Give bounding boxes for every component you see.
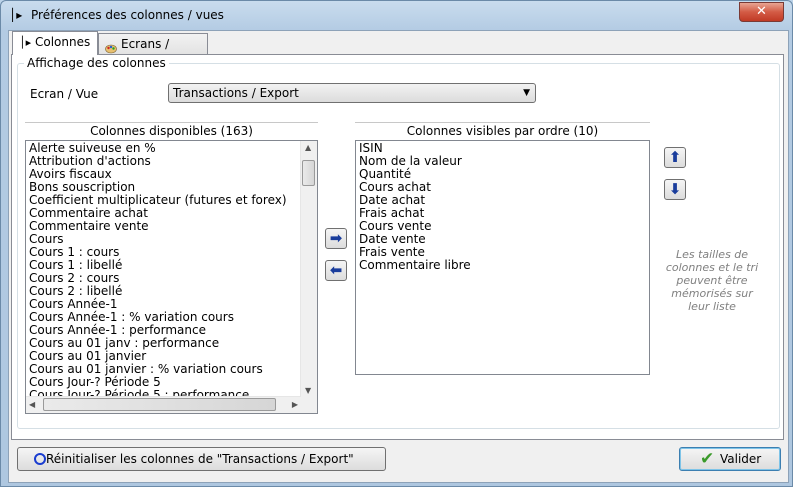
horizontal-scrollbar[interactable]: ◀ ▶: [26, 396, 301, 413]
title-bar[interactable]: │▸ Préférences des colonnes / vues ✕: [1, 1, 792, 29]
arrow-down-icon: ⬇: [668, 180, 682, 198]
group-title: Affichage des colonnes: [24, 56, 169, 70]
close-button[interactable]: ✕: [739, 2, 784, 22]
validate-button[interactable]: ✔ Valider: [679, 447, 781, 471]
reset-button-label: Réinitialiser les colonnes de "Transacti…: [46, 452, 354, 466]
tab-colonnes[interactable]: │▸ Colonnes: [12, 31, 98, 55]
list-item[interactable]: Commentaire libre: [356, 259, 649, 272]
arrow-up-icon: ⬆: [668, 148, 682, 166]
column-icon: │▸: [19, 36, 32, 49]
arrow-left-icon: ⬅: [329, 261, 343, 279]
scroll-up-icon[interactable]: ▲: [305, 143, 311, 152]
scroll-right-icon[interactable]: ▶: [292, 400, 298, 409]
hint-text: Les tailles de colonnes et le tri peuven…: [665, 248, 759, 313]
ecran-vue-select[interactable]: Transactions / Export ▼: [168, 83, 536, 103]
ecran-vue-label: Ecran / Vue: [30, 87, 99, 101]
ecran-vue-value: Transactions / Export: [173, 86, 299, 100]
dialog-window: │▸ Préférences des colonnes / vues ✕ │▸ …: [0, 0, 793, 487]
validate-button-label: Valider: [720, 452, 762, 466]
available-columns-list[interactable]: Alerte suiveuse en % Attribution d'action…: [25, 140, 318, 414]
reset-columns-button[interactable]: Réinitialiser les colonnes de "Transacti…: [17, 447, 386, 471]
tab-label: Colonnes: [35, 35, 91, 49]
arrow-right-icon: ➡: [329, 229, 343, 247]
move-right-button[interactable]: ➡: [325, 228, 347, 249]
circle-icon: [34, 453, 46, 465]
scroll-down-icon[interactable]: ▼: [305, 386, 311, 395]
visible-columns-header: Colonnes visibles par ordre (10): [355, 122, 650, 139]
scrollbar-thumb[interactable]: [43, 398, 276, 411]
vertical-scrollbar[interactable]: ▲ ▼: [300, 141, 317, 397]
tab-ecrans-vues[interactable]: Ecrans / Vues: [98, 33, 208, 72]
move-left-button[interactable]: ⬅: [325, 260, 347, 281]
chevron-down-icon: ▼: [523, 88, 530, 98]
available-columns-header: Colonnes disponibles (163): [25, 122, 318, 139]
move-down-button[interactable]: ⬇: [664, 179, 686, 200]
column-icon: │▸: [9, 8, 23, 22]
dialog-client: │▸ Colonnes Ecrans / Vues Affichage des …: [8, 30, 789, 483]
checkmark-icon: ✔: [700, 449, 715, 469]
list-item[interactable]: Commentaire vente: [26, 220, 317, 233]
move-up-button[interactable]: ⬆: [664, 147, 686, 168]
scrollbar-thumb[interactable]: [302, 160, 315, 186]
scrollbar-corner: [301, 397, 317, 413]
visible-columns-list[interactable]: ISIN Nom de la valeur Quantité Cours achat D…: [355, 140, 650, 375]
window-title: Préférences des colonnes / vues: [31, 8, 224, 22]
scroll-left-icon[interactable]: ◀: [29, 400, 35, 409]
